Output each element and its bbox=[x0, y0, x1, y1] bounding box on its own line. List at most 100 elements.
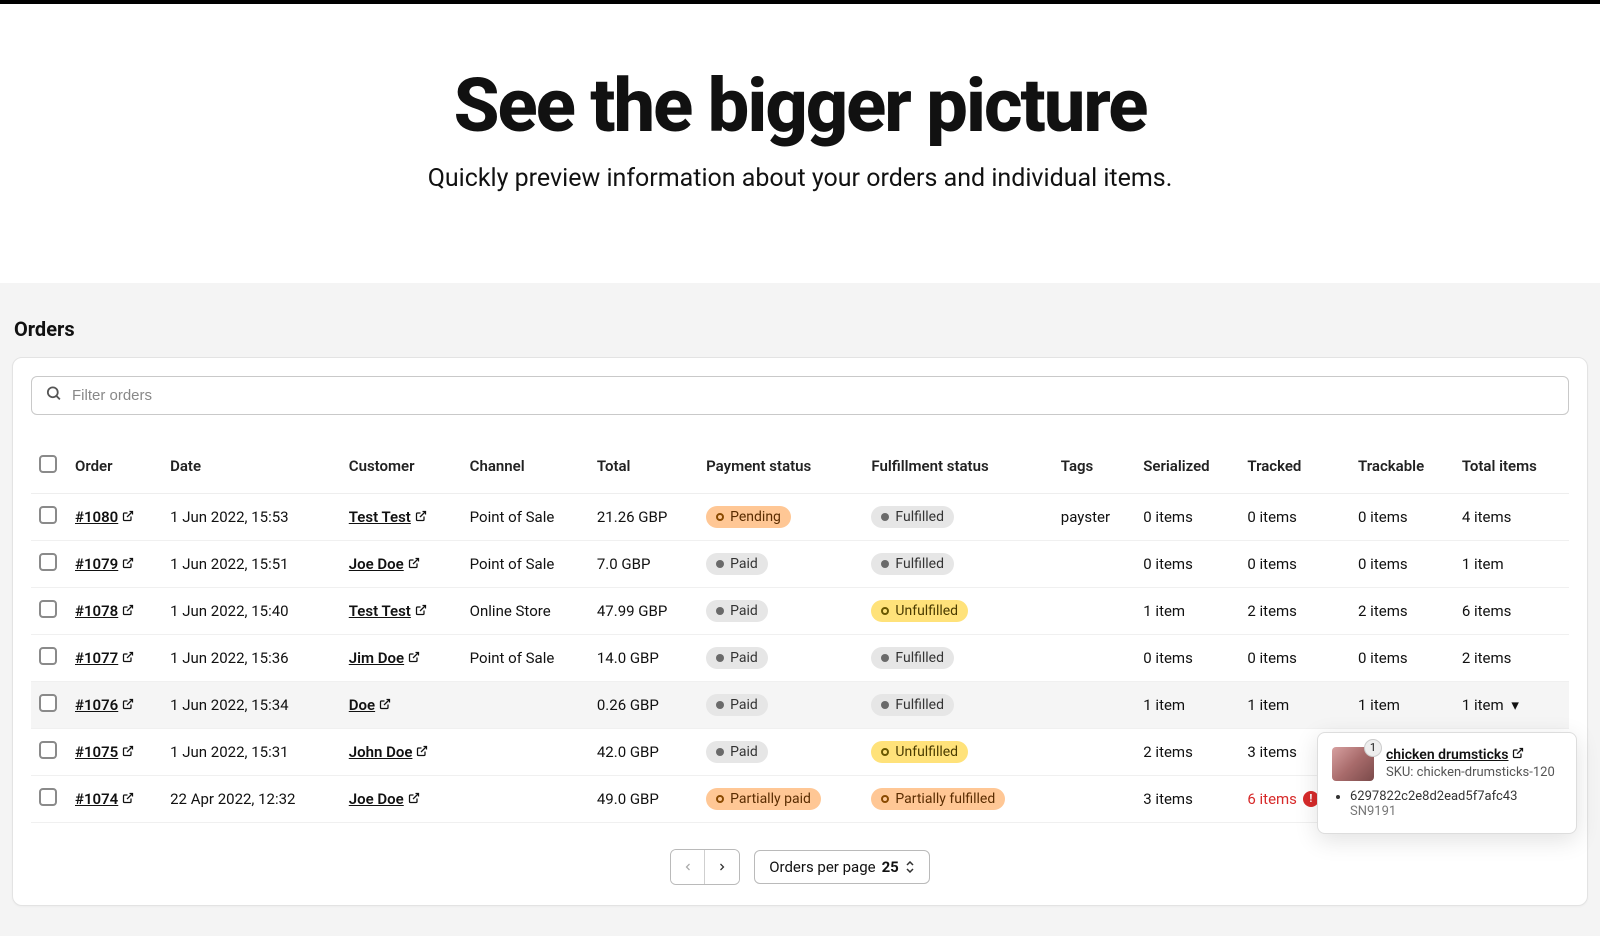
table-row[interactable]: #1076 1 Jun 2022, 15:34 Doe 0.26 GBP Paid F… bbox=[31, 681, 1569, 728]
item-count-badge: 1 bbox=[1364, 739, 1382, 757]
per-page-value: 25 bbox=[882, 858, 899, 876]
cell-serialized: 0 items bbox=[1135, 493, 1239, 540]
cell-tracked: 0 items bbox=[1239, 540, 1350, 587]
customer-link[interactable]: Doe bbox=[349, 696, 391, 714]
status-badge: Paid bbox=[706, 600, 768, 622]
cell-tracked: 1 item bbox=[1239, 681, 1350, 728]
status-badge: Partially fulfilled bbox=[871, 788, 1005, 810]
external-link-icon bbox=[415, 602, 427, 620]
cell-trackable: 1 item bbox=[1350, 681, 1454, 728]
cell-channel bbox=[462, 681, 589, 728]
cell-serialized: 0 items bbox=[1135, 540, 1239, 587]
col-customer[interactable]: Customer bbox=[341, 445, 462, 494]
customer-link[interactable]: Test Test bbox=[349, 508, 427, 526]
prev-page-button[interactable] bbox=[671, 850, 705, 884]
item-serial: SN9191 bbox=[1350, 804, 1562, 819]
cell-channel: Point of Sale bbox=[462, 493, 589, 540]
external-link-icon bbox=[408, 555, 420, 573]
external-link-icon bbox=[1512, 747, 1524, 763]
col-tags[interactable]: Tags bbox=[1053, 445, 1135, 494]
cell-date: 1 Jun 2022, 15:31 bbox=[162, 728, 341, 775]
table-row[interactable]: #1078 1 Jun 2022, 15:40Test Test Online … bbox=[31, 587, 1569, 634]
item-title-link[interactable]: chicken drumsticks bbox=[1386, 747, 1524, 763]
customer-link[interactable]: Joe Doe bbox=[349, 555, 420, 573]
per-page-label: Orders per page bbox=[769, 858, 875, 876]
cell-tags bbox=[1053, 775, 1135, 822]
status-badge: Paid bbox=[706, 694, 768, 716]
status-badge: Paid bbox=[706, 647, 768, 669]
col-totalitems[interactable]: Total items bbox=[1454, 445, 1569, 494]
external-link-icon bbox=[416, 743, 428, 761]
status-badge: Pending bbox=[706, 506, 791, 528]
row-checkbox[interactable] bbox=[39, 600, 57, 618]
status-badge: Partially paid bbox=[706, 788, 821, 810]
cell-serialized: 0 items bbox=[1135, 634, 1239, 681]
col-tracked[interactable]: Tracked bbox=[1239, 445, 1350, 494]
customer-link[interactable]: Joe Doe bbox=[349, 790, 420, 808]
customer-link[interactable]: Test Test bbox=[349, 602, 427, 620]
caret-down-icon[interactable]: ▾ bbox=[1511, 696, 1519, 714]
status-badge: Fulfilled bbox=[871, 506, 954, 528]
cell-total: 49.0 GBP bbox=[589, 775, 698, 822]
external-link-icon bbox=[122, 743, 134, 761]
order-link[interactable]: #1074 bbox=[75, 790, 134, 808]
cell-channel: Point of Sale bbox=[462, 634, 589, 681]
tracked-alert: 6 items ! bbox=[1247, 790, 1319, 808]
row-checkbox[interactable] bbox=[39, 553, 57, 571]
cell-total: 0.26 GBP bbox=[589, 681, 698, 728]
row-checkbox[interactable] bbox=[39, 647, 57, 665]
table-row[interactable]: #1077 1 Jun 2022, 15:36 Jim Doe Point of … bbox=[31, 634, 1569, 681]
col-trackable[interactable]: Trackable bbox=[1350, 445, 1454, 494]
cell-trackable: 0 items bbox=[1350, 634, 1454, 681]
select-all-checkbox[interactable] bbox=[39, 455, 57, 473]
customer-link[interactable]: John Doe bbox=[349, 743, 429, 761]
col-order[interactable]: Order bbox=[67, 445, 162, 494]
col-payment[interactable]: Payment status bbox=[698, 445, 863, 494]
col-total[interactable]: Total bbox=[589, 445, 698, 494]
col-fulfillment[interactable]: Fulfillment status bbox=[863, 445, 1052, 494]
external-link-icon bbox=[122, 696, 134, 714]
cell-total: 14.0 GBP bbox=[589, 634, 698, 681]
cell-date: 1 Jun 2022, 15:36 bbox=[162, 634, 341, 681]
cell-date: 1 Jun 2022, 15:40 bbox=[162, 587, 341, 634]
hero-title: See the bigger picture bbox=[20, 68, 1580, 146]
external-link-icon bbox=[379, 696, 391, 714]
cell-total: 42.0 GBP bbox=[589, 728, 698, 775]
cell-tracked: 0 items bbox=[1239, 634, 1350, 681]
order-link[interactable]: #1075 bbox=[75, 743, 134, 761]
cell-totalitems: 1 item bbox=[1454, 540, 1569, 587]
order-link[interactable]: #1078 bbox=[75, 602, 134, 620]
cell-totalitems: 2 items bbox=[1454, 634, 1569, 681]
cell-serialized: 1 item bbox=[1135, 587, 1239, 634]
table-row[interactable]: #1079 1 Jun 2022, 15:51Joe Doe Point of … bbox=[31, 540, 1569, 587]
col-serialized[interactable]: Serialized bbox=[1135, 445, 1239, 494]
cell-date: 1 Jun 2022, 15:34 bbox=[162, 681, 341, 728]
col-channel[interactable]: Channel bbox=[462, 445, 589, 494]
external-link-icon bbox=[408, 790, 420, 808]
order-link[interactable]: #1077 bbox=[75, 649, 134, 667]
row-checkbox[interactable] bbox=[39, 741, 57, 759]
item-thumbnail: 1 bbox=[1332, 747, 1374, 781]
cell-tags: payster bbox=[1053, 493, 1135, 540]
row-checkbox[interactable] bbox=[39, 694, 57, 712]
row-checkbox[interactable] bbox=[39, 506, 57, 524]
search-input[interactable] bbox=[31, 376, 1569, 415]
cell-total: 7.0 GBP bbox=[589, 540, 698, 587]
orders-card: Order Date Customer Channel Total Paymen… bbox=[12, 357, 1588, 906]
item-preview-popover: 1 chicken drumsticks SKU: chicken-drumst… bbox=[1317, 732, 1577, 834]
table-row[interactable]: #1080 1 Jun 2022, 15:53Test Test Point o… bbox=[31, 493, 1569, 540]
next-page-button[interactable] bbox=[705, 850, 739, 884]
col-date[interactable]: Date bbox=[162, 445, 341, 494]
status-badge: Paid bbox=[706, 553, 768, 575]
external-link-icon bbox=[122, 602, 134, 620]
order-link[interactable]: #1080 bbox=[75, 508, 134, 526]
per-page-select[interactable]: Orders per page 25 bbox=[754, 850, 930, 884]
row-checkbox[interactable] bbox=[39, 788, 57, 806]
status-badge: Fulfilled bbox=[871, 694, 954, 716]
order-link[interactable]: #1076 bbox=[75, 696, 134, 714]
cell-totalitems: 4 items bbox=[1454, 493, 1569, 540]
customer-link[interactable]: Jim Doe bbox=[349, 649, 420, 667]
search-icon bbox=[45, 385, 62, 406]
cell-channel: Point of Sale bbox=[462, 540, 589, 587]
order-link[interactable]: #1079 bbox=[75, 555, 134, 573]
